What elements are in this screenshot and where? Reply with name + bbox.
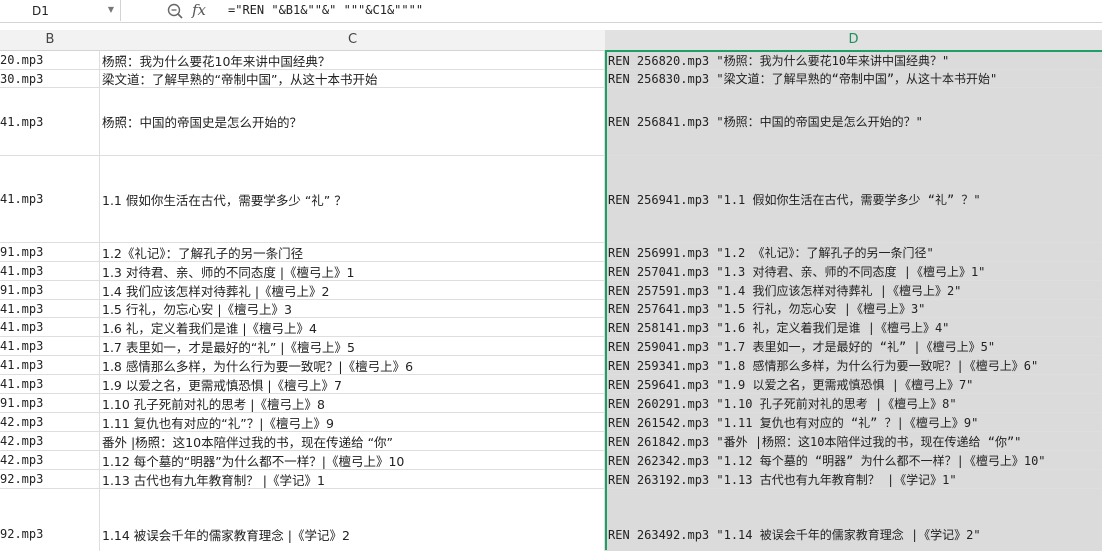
cell-b[interactable]: 92.mp3 bbox=[0, 489, 100, 551]
cell-c[interactable]: 杨照：我为什么要花10年来讲中国经典？ bbox=[100, 51, 605, 69]
cell-d[interactable]: REN 256991.mp3 "1.2 《礼记》：了解孔子的另一条门径" bbox=[605, 243, 1102, 261]
cell-b[interactable]: 41.mp3 bbox=[0, 156, 100, 242]
cell-b[interactable]: 92.mp3 bbox=[0, 470, 100, 488]
table-row: 91.mp3 1.2《礼记》：了解孔子的另一条门径 REN 256991.mp3… bbox=[0, 243, 1102, 262]
table-row: 41.mp3 1.3 对待君、亲、师的不同态度 |《檀弓上》1 REN 2570… bbox=[0, 262, 1102, 281]
cell-d[interactable]: REN 256830.mp3 "梁文道：了解早熟的“帝制中国”，从这十本书开始" bbox=[605, 70, 1102, 87]
function-icon[interactable]: fx bbox=[192, 1, 206, 19]
cell-c[interactable]: 1.12 每个墓的“明器”为什么都不一样？|《檀弓上》10 bbox=[100, 451, 605, 469]
table-row: 41.mp3 杨照：中国的帝国史是怎么开始的？ REN 256841.mp3 "… bbox=[0, 88, 1102, 156]
cell-d[interactable]: REN 256841.mp3 "杨照：中国的帝国史是怎么开始的？" bbox=[605, 88, 1102, 155]
table-row: 20.mp3 杨照：我为什么要花10年来讲中国经典？ REN 256820.mp… bbox=[0, 51, 1102, 70]
cell-d[interactable]: REN 261542.mp3 "1.11 复仇也有对应的 “礼” ？|《檀弓上》… bbox=[605, 413, 1102, 431]
cell-d[interactable]: REN 257041.mp3 "1.3 对待君、亲、师的不同态度 |《檀弓上》1… bbox=[605, 262, 1102, 280]
cell-d[interactable]: REN 257641.mp3 "1.5 行礼，勿忘心安 |《檀弓上》3" bbox=[605, 300, 1102, 317]
table-row: 42.mp3 1.11 复仇也有对应的“礼”？|《檀弓上》9 REN 26154… bbox=[0, 413, 1102, 432]
cell-c[interactable]: 1.10 孔子死前对礼的思考 |《檀弓上》8 bbox=[100, 394, 605, 412]
cell-b[interactable]: 41.mp3 bbox=[0, 356, 100, 374]
cell-d[interactable]: REN 257591.mp3 "1.4 我们应该怎样对待葬礼 |《檀弓上》2" bbox=[605, 281, 1102, 299]
cell-c[interactable]: 1.8 感情那么多样，为什么行为要一致呢？|《檀弓上》6 bbox=[100, 356, 605, 374]
formula-bar: D1 ▼ fx ="REN "&B1&""&" """&C1&"""" bbox=[0, 0, 1102, 23]
cell-d[interactable]: REN 259341.mp3 "1.8 感情那么多样，为什么行为要一致呢？|《檀… bbox=[605, 356, 1102, 374]
cell-c[interactable]: 1.9 以爱之名，更需戒慎恐惧 |《檀弓上》7 bbox=[100, 375, 605, 393]
cell-c[interactable]: 1.1 假如你生活在古代，需要学多少 “礼” ？ bbox=[100, 156, 605, 242]
cell-c[interactable]: 1.4 我们应该怎样对待葬礼 |《檀弓上》2 bbox=[100, 281, 605, 299]
table-row: 91.mp3 1.4 我们应该怎样对待葬礼 |《檀弓上》2 REN 257591… bbox=[0, 281, 1102, 300]
cell-b[interactable]: 41.mp3 bbox=[0, 337, 100, 355]
cell-b[interactable]: 30.mp3 bbox=[0, 70, 100, 87]
table-row: 91.mp3 1.10 孔子死前对礼的思考 |《檀弓上》8 REN 260291… bbox=[0, 394, 1102, 413]
cell-c[interactable]: 1.3 对待君、亲、师的不同态度 |《檀弓上》1 bbox=[100, 262, 605, 280]
table-row: 41.mp3 1.1 假如你生活在古代，需要学多少 “礼” ？ REN 2569… bbox=[0, 156, 1102, 243]
cell-d[interactable]: REN 259641.mp3 "1.9 以爱之名，更需戒慎恐惧 |《檀弓上》7" bbox=[605, 375, 1102, 393]
cell-c[interactable]: 1.14 被误会千年的儒家教育理念 |《学记》2 bbox=[100, 489, 605, 551]
table-row: 41.mp3 1.9 以爱之名，更需戒慎恐惧 |《檀弓上》7 REN 25964… bbox=[0, 375, 1102, 394]
cell-b[interactable]: 41.mp3 bbox=[0, 375, 100, 393]
table-row: 41.mp3 1.8 感情那么多样，为什么行为要一致呢？|《檀弓上》6 REN … bbox=[0, 356, 1102, 375]
column-header-b[interactable]: B bbox=[0, 30, 101, 51]
cell-c[interactable]: 1.7 表里如一，才是最好的“礼” |《檀弓上》5 bbox=[100, 337, 605, 355]
chevron-down-icon[interactable]: ▼ bbox=[108, 5, 114, 14]
cell-c[interactable]: 1.6 礼，定义着我们是谁 |《檀弓上》4 bbox=[100, 318, 605, 336]
table-row: 42.mp3 1.12 每个墓的“明器”为什么都不一样？|《檀弓上》10 REN… bbox=[0, 451, 1102, 470]
cell-c[interactable]: 1.5 行礼，勿忘心安 |《檀弓上》3 bbox=[100, 300, 605, 317]
cell-c[interactable]: 1.13 古代也有九年教育制？ |《学记》1 bbox=[100, 470, 605, 488]
zoom-icon[interactable] bbox=[166, 2, 184, 20]
cell-d[interactable]: REN 256941.mp3 "1.1 假如你生活在古代，需要学多少 “礼” ？… bbox=[605, 156, 1102, 242]
name-box-value[interactable]: D1 bbox=[32, 4, 49, 18]
cell-d[interactable]: REN 258141.mp3 "1.6 礼，定义着我们是谁 |《檀弓上》4" bbox=[605, 318, 1102, 336]
cell-c[interactable]: 杨照：中国的帝国史是怎么开始的？ bbox=[100, 88, 605, 155]
name-box[interactable]: D1 ▼ bbox=[0, 0, 121, 21]
formula-input[interactable]: ="REN "&B1&""&" """&C1&"""" bbox=[228, 3, 423, 17]
cell-d[interactable]: REN 261842.mp3 "番外 |杨照：这10本陪伴过我的书，现在传递给 … bbox=[605, 432, 1102, 450]
cell-d[interactable]: REN 259041.mp3 "1.7 表里如一，才是最好的 “礼” |《檀弓上… bbox=[605, 337, 1102, 355]
cell-c[interactable]: 番外 |杨照：这10本陪伴过我的书，现在传递给 “你” bbox=[100, 432, 605, 450]
cell-b[interactable]: 91.mp3 bbox=[0, 243, 100, 261]
cell-d[interactable]: REN 263492.mp3 "1.14 被误会千年的儒家教育理念 |《学记》2… bbox=[605, 489, 1102, 551]
cell-c[interactable]: 1.2《礼记》：了解孔子的另一条门径 bbox=[100, 243, 605, 261]
cell-b[interactable]: 91.mp3 bbox=[0, 281, 100, 299]
table-row: 41.mp3 1.6 礼，定义着我们是谁 |《檀弓上》4 REN 258141.… bbox=[0, 318, 1102, 337]
table-row: 92.mp3 1.13 古代也有九年教育制？ |《学记》1 REN 263192… bbox=[0, 470, 1102, 489]
table-row: 41.mp3 1.7 表里如一，才是最好的“礼” |《檀弓上》5 REN 259… bbox=[0, 337, 1102, 356]
cell-d[interactable]: REN 263192.mp3 "1.13 古代也有九年教育制？ |《学记》1" bbox=[605, 470, 1102, 488]
cell-b[interactable]: 41.mp3 bbox=[0, 88, 100, 155]
table-row: 41.mp3 1.5 行礼，勿忘心安 |《檀弓上》3 REN 257641.mp… bbox=[0, 300, 1102, 318]
cell-d[interactable]: REN 262342.mp3 "1.12 每个墓的 “明器” 为什么都不一样？|… bbox=[605, 451, 1102, 469]
table-row: 42.mp3 番外 |杨照：这10本陪伴过我的书，现在传递给 “你” REN 2… bbox=[0, 432, 1102, 451]
cell-b[interactable]: 41.mp3 bbox=[0, 300, 100, 317]
column-header-d[interactable]: D bbox=[605, 30, 1102, 52]
cell-b[interactable]: 42.mp3 bbox=[0, 413, 100, 431]
cell-b[interactable]: 42.mp3 bbox=[0, 432, 100, 450]
cell-c[interactable]: 1.11 复仇也有对应的“礼”？|《檀弓上》9 bbox=[100, 413, 605, 431]
cell-b[interactable]: 41.mp3 bbox=[0, 318, 100, 336]
table-row: 92.mp3 1.14 被误会千年的儒家教育理念 |《学记》2 REN 2634… bbox=[0, 489, 1102, 551]
cell-b[interactable]: 20.mp3 bbox=[0, 51, 100, 69]
cell-d[interactable]: REN 260291.mp3 "1.10 孔子死前对礼的思考 |《檀弓上》8" bbox=[605, 394, 1102, 412]
table-row: 30.mp3 梁文道：了解早熟的“帝制中国”，从这十本书开始 REN 25683… bbox=[0, 70, 1102, 88]
cell-c[interactable]: 梁文道：了解早熟的“帝制中国”，从这十本书开始 bbox=[100, 70, 605, 87]
cell-b[interactable]: 91.mp3 bbox=[0, 394, 100, 412]
column-header-c[interactable]: C bbox=[100, 30, 606, 51]
cell-b[interactable]: 42.mp3 bbox=[0, 451, 100, 469]
cell-b[interactable]: 41.mp3 bbox=[0, 262, 100, 280]
cell-d[interactable]: REN 256820.mp3 "杨照：我为什么要花10年来讲中国经典？" bbox=[605, 51, 1102, 69]
